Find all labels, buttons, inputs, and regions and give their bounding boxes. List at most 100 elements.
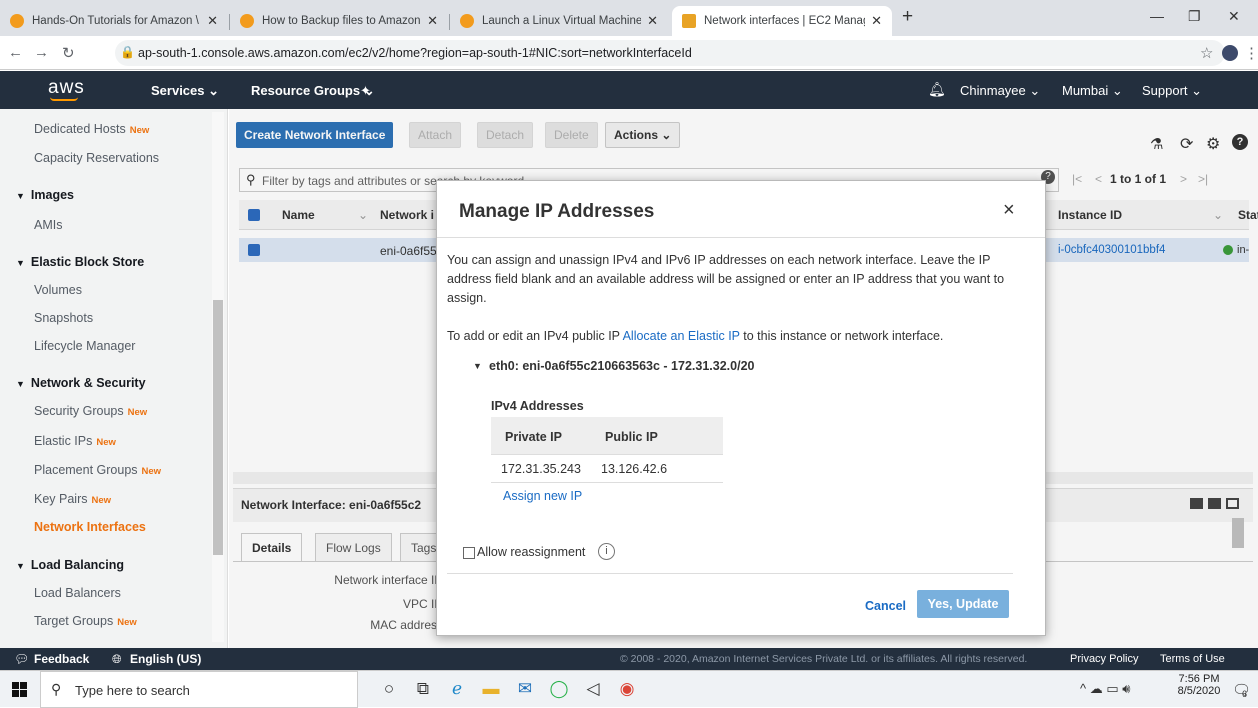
tab-close-icon[interactable]: ✕ — [427, 13, 438, 29]
sidebar-section-label: Load Balancing — [30, 558, 124, 572]
file-explorer-icon[interactable]: ▬ — [480, 678, 502, 700]
info-icon[interactable]: i — [598, 543, 615, 560]
caret-down-icon[interactable]: ▼ — [473, 361, 482, 371]
tab-title: Network interfaces | EC2 Manage — [704, 15, 866, 27]
new-badge: New — [127, 407, 148, 418]
aws-top-nav: aws Services ⌄ Resource Groups ⌄ ✦ 🔔︎ Ch… — [0, 71, 1258, 109]
dialog-divider — [447, 573, 1013, 574]
task-view-icon[interactable]: ⧉ — [412, 678, 434, 700]
forward-arrow-icon[interactable]: → — [34, 44, 49, 61]
pin-icon[interactable]: ✦ — [360, 83, 371, 99]
tab-close-icon[interactable]: ✕ — [871, 13, 882, 29]
resource-groups-menu[interactable]: Resource Groups ⌄ — [251, 83, 375, 99]
sidebar-item-dedicated-hosts[interactable]: Dedicated Hosts New — [34, 122, 149, 136]
restore-icon[interactable]: ❐ — [1188, 8, 1201, 25]
user-menu[interactable]: Chinmayee ⌄ — [960, 83, 1040, 99]
sidebar-section-network-security[interactable]: ▼ Network & Security — [16, 376, 146, 390]
system-tray-icons[interactable]: ^ ☁ ▭ 🔊︎ — [1080, 681, 1130, 697]
support-menu[interactable]: Support ⌄ — [1142, 83, 1202, 99]
sidebar-item-amis[interactable]: AMIs — [34, 218, 62, 232]
assign-new-ip-link[interactable]: Assign new IP — [503, 489, 582, 503]
public-ip-note: To add or edit an IPv4 public IP Allocat… — [447, 327, 1037, 346]
sidebar-item-label: Network Interfaces — [34, 520, 146, 534]
sidebar-item-capacity-reservations[interactable]: Capacity Reservations — [34, 151, 159, 165]
tab-title: Launch a Linux Virtual Machine w — [482, 15, 642, 27]
cortana-icon[interactable]: ○ — [378, 678, 400, 700]
sidebar-item-elastic-ips[interactable]: Elastic IPs New — [34, 434, 116, 448]
sidebar-item-label: Target Groups — [34, 614, 114, 628]
feedback-link[interactable]: Feedback — [34, 652, 89, 666]
globe-icon: 🌐︎ — [112, 652, 122, 666]
eth0-interface-heading[interactable]: eth0: eni-0a6f55c210663563c - 172.31.32.… — [489, 359, 754, 373]
public-ip-value: 13.126.42.6 — [601, 462, 668, 476]
sidebar-section-load-balancing[interactable]: ▼ Load Balancing — [16, 558, 124, 572]
services-menu[interactable]: Services ⌄ — [151, 83, 219, 99]
chrome-icon[interactable]: ◉ — [616, 678, 638, 700]
language-selector[interactable]: English (US) — [130, 652, 201, 666]
clock-time: 7:56 PM — [1178, 673, 1220, 685]
column-header-private-ip: Private IP — [505, 430, 562, 444]
sidebar-section-ebs[interactable]: ▼ Elastic Block Store — [16, 255, 144, 269]
app-ring-icon[interactable]: ◯ — [548, 678, 570, 700]
sidebar-item-lifecycle-manager[interactable]: Lifecycle Manager — [34, 339, 135, 353]
tab-title: Hands-On Tutorials for Amazon \ — [32, 15, 199, 27]
sidebar-item-network-interfaces[interactable]: Network Interfaces — [34, 520, 146, 534]
copyright-text: © 2008 - 2020, Amazon Internet Services … — [620, 653, 1028, 665]
aws-footer: 💬︎ Feedback 🌐︎ English (US) © 2008 - 202… — [0, 648, 1258, 670]
yes-update-button[interactable]: Yes, Update — [917, 590, 1009, 618]
aws-logo[interactable]: aws — [48, 77, 85, 99]
sidebar-item-load-balancers[interactable]: Load Balancers — [34, 586, 121, 600]
sidebar-section-label: Elastic Block Store — [30, 255, 145, 269]
browser-tab[interactable]: Hands-On Tutorials for Amazon \ ✕ — [0, 6, 228, 36]
sidebar-item-placement-groups[interactable]: Placement Groups New — [34, 463, 161, 477]
mail-icon[interactable]: ✉ — [514, 678, 536, 700]
taskbar-search-box[interactable]: ⚲ Type here to search — [40, 671, 358, 708]
dialog-intro-text: You can assign and unassign IPv4 and IPv… — [447, 253, 1005, 305]
sidebar-item-target-groups[interactable]: Target Groups New — [34, 614, 137, 628]
tab-close-icon[interactable]: ✕ — [207, 13, 218, 29]
browser-menu-icon[interactable]: ⋮ — [1244, 44, 1258, 62]
close-icon[interactable]: × — [1003, 199, 1015, 222]
allocate-elastic-ip-link[interactable]: Allocate an Elastic IP — [623, 329, 740, 343]
sidebar-item-snapshots[interactable]: Snapshots — [34, 311, 93, 325]
taskbar-search-placeholder: Type here to search — [75, 683, 190, 698]
browser-tab-active[interactable]: Network interfaces | EC2 Manage ✕ — [672, 6, 892, 36]
cancel-button[interactable]: Cancel — [865, 599, 906, 613]
window-close-icon[interactable]: ✕ — [1228, 8, 1240, 25]
new-badge: New — [129, 125, 150, 136]
browser-tab[interactable]: Launch a Linux Virtual Machine w ✕ — [450, 6, 668, 36]
terms-of-use-link[interactable]: Terms of Use — [1160, 653, 1225, 665]
visual-studio-icon[interactable]: ◁ — [582, 678, 604, 700]
minimize-icon[interactable]: — — [1150, 8, 1164, 24]
windows-taskbar: ⚲ Type here to search ○ ⧉ ℯ ▬ ✉ ◯ ◁ ◉ ^ … — [0, 670, 1258, 708]
sidebar-item-security-groups[interactable]: Security Groups New — [34, 404, 147, 418]
aws-logo-smile-icon — [50, 97, 78, 101]
windows-start-icon[interactable] — [12, 682, 27, 697]
resource-groups-label: Resource Groups — [251, 83, 361, 98]
url-text[interactable]: ap-south-1.console.aws.amazon.com/ec2/v2… — [138, 46, 692, 60]
aws-favicon-icon — [10, 14, 24, 28]
bell-icon[interactable]: 🔔︎ — [928, 81, 946, 98]
clock[interactable]: 7:56 PM 8/5/2020 — [1176, 673, 1222, 697]
back-arrow-icon[interactable]: ← — [8, 44, 23, 61]
reload-icon[interactable]: ↻ — [62, 44, 75, 62]
privacy-policy-link[interactable]: Privacy Policy — [1070, 653, 1138, 665]
sidebar-item-volumes[interactable]: Volumes — [34, 283, 82, 297]
new-badge: New — [96, 437, 116, 448]
bookmark-star-icon[interactable]: ☆ — [1200, 44, 1213, 62]
sidebar-item-label: Load Balancers — [34, 586, 121, 600]
sidebar-scrollbar-thumb[interactable] — [213, 300, 223, 555]
allow-reassignment-checkbox[interactable] — [463, 547, 475, 559]
profile-avatar[interactable] — [1222, 45, 1238, 61]
sidebar-item-key-pairs[interactable]: Key Pairs New — [34, 492, 111, 506]
tab-close-icon[interactable]: ✕ — [647, 13, 658, 29]
browser-tab[interactable]: How to Backup files to Amazon S ✕ — [230, 6, 448, 36]
new-tab-button[interactable]: + — [902, 6, 913, 28]
browser-tab-strip: Hands-On Tutorials for Amazon \ ✕ How to… — [0, 0, 1258, 36]
region-menu[interactable]: Mumbai ⌄ — [1062, 83, 1123, 99]
edge-browser-icon[interactable]: ℯ — [446, 678, 468, 700]
ec2-favicon-icon — [682, 14, 696, 28]
sidebar-section-images[interactable]: ▼ Images — [16, 188, 74, 202]
aws-favicon-icon — [460, 14, 474, 28]
allow-reassignment-label[interactable]: Allow reassignment — [477, 545, 585, 559]
